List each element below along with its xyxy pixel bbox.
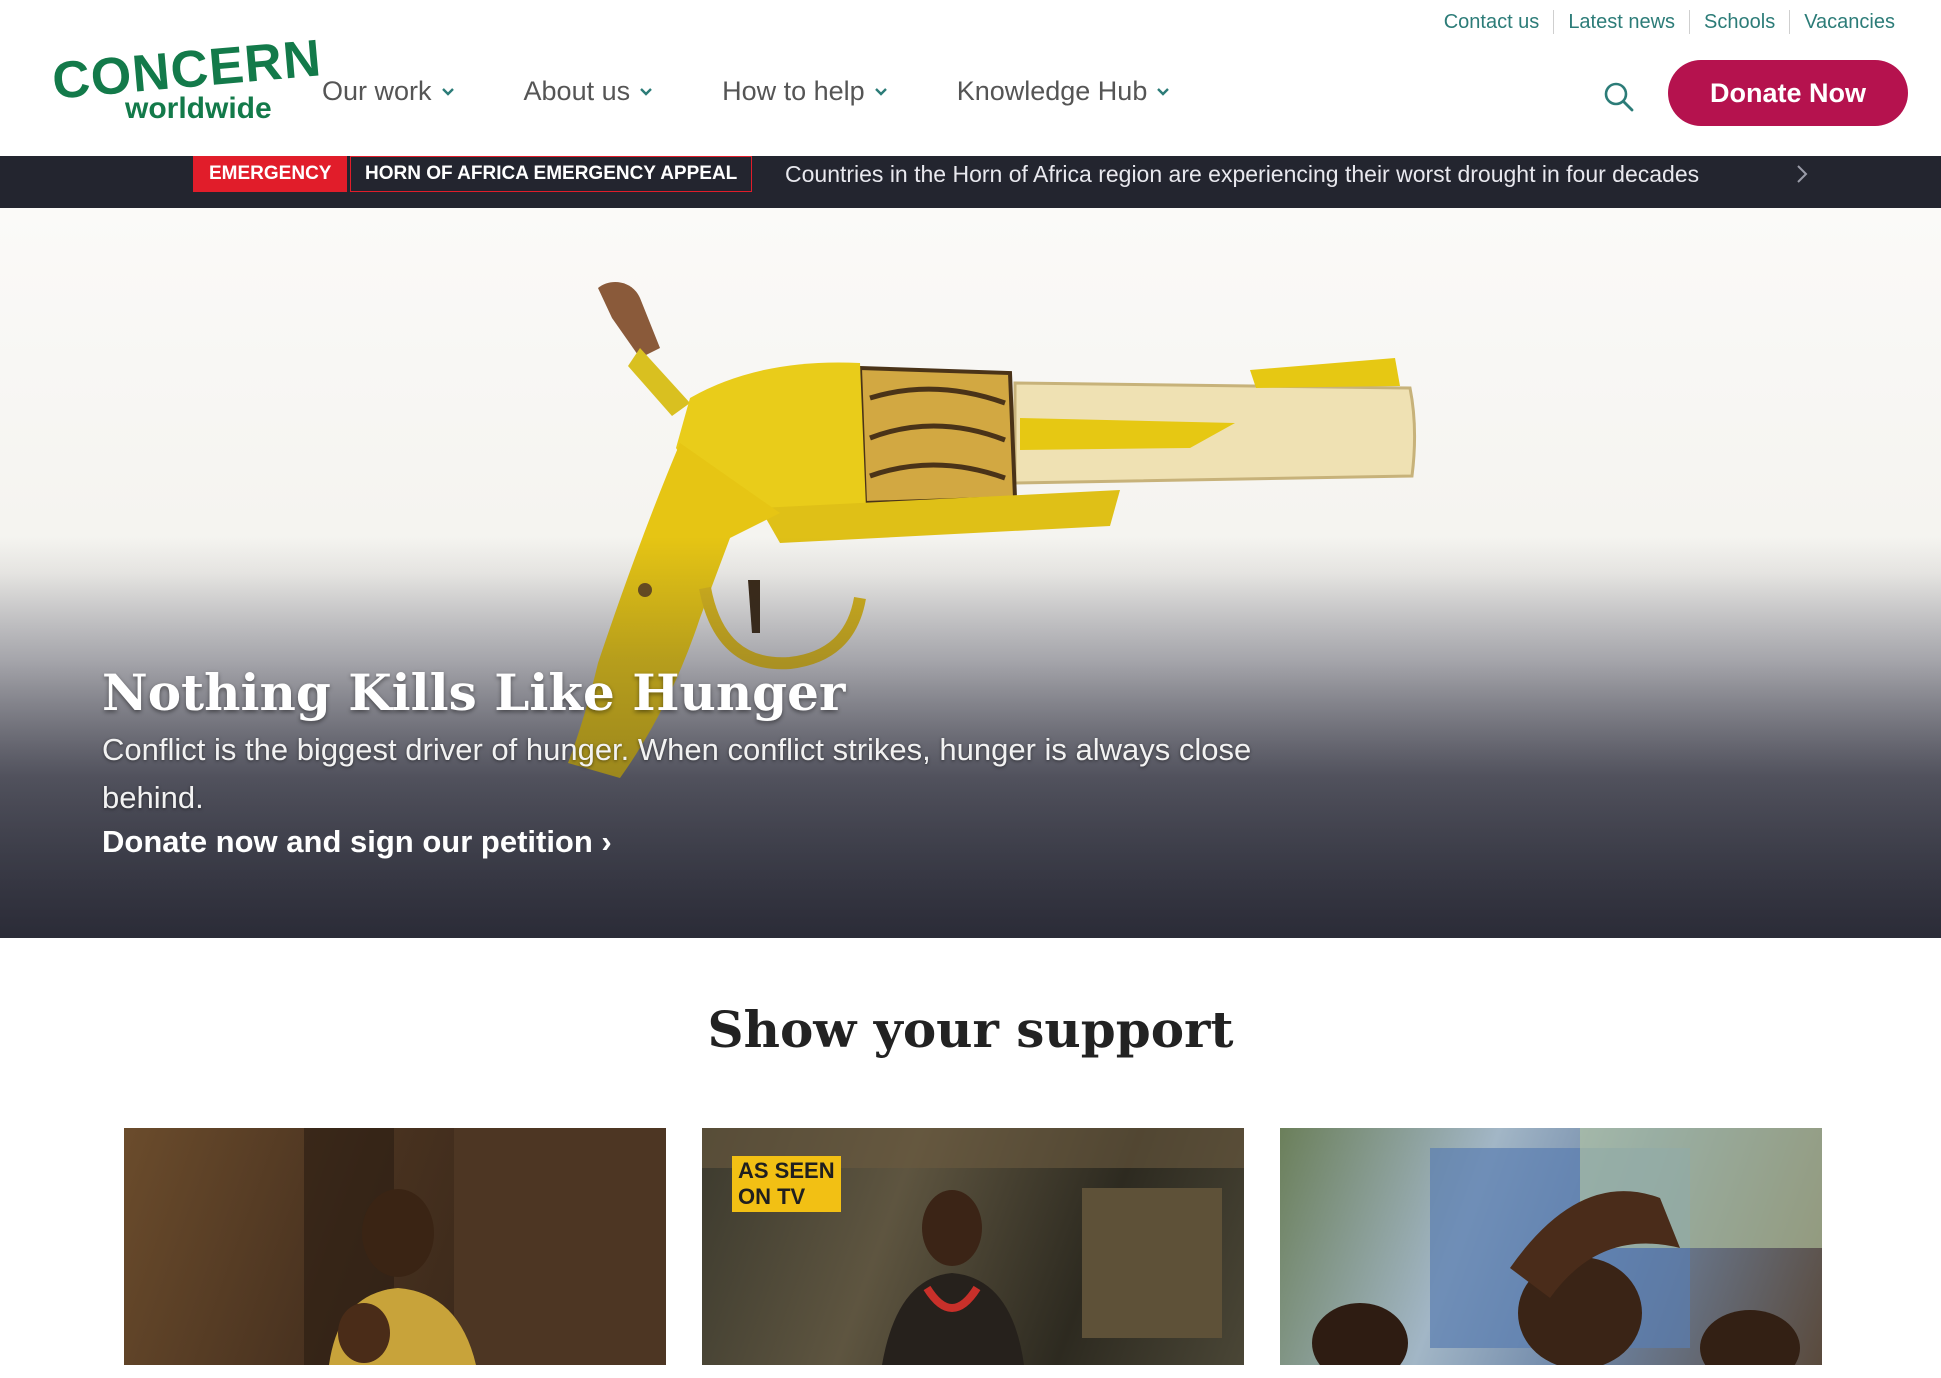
util-link-latest-news[interactable]: Latest news (1554, 11, 1689, 34)
nav-label: How to help (722, 76, 865, 106)
util-link-schools[interactable]: Schools (1690, 11, 1789, 34)
nav-item-how-to-help[interactable]: How to help (722, 76, 887, 107)
chevron-down-icon (441, 87, 454, 96)
hero-subtitle: Conflict is the biggest driver of hunger… (102, 732, 1252, 815)
card-photo-mother-child (304, 1128, 666, 1365)
card-photo-children (1312, 1128, 1822, 1365)
utility-nav: Contact us Latest news Schools Vacancies (1430, 10, 1909, 34)
hero-title: Nothing Kills Like Hunger (102, 663, 846, 722)
concern-logo[interactable]: CONCERN worldwide (50, 29, 324, 130)
donate-now-button[interactable]: Donate Now (1668, 60, 1908, 126)
nav-label: Knowledge Hub (956, 76, 1148, 106)
banner-message[interactable]: Countries in the Horn of Africa region a… (785, 156, 1699, 192)
nav-item-knowledge-hub[interactable]: Knowledge Hub (957, 76, 1170, 107)
hero-cta-link[interactable]: Donate now and sign our petition › (102, 824, 612, 860)
chevron-down-icon (874, 87, 887, 96)
emergency-badge: EMERGENCY (193, 156, 348, 192)
util-link-contact[interactable]: Contact us (1430, 11, 1554, 34)
emergency-banner[interactable]: EMERGENCY HORN OF AFRICA EMERGENCY APPEA… (0, 156, 1941, 208)
site-header: CONCERN worldwide Contact us Latest news… (0, 0, 1941, 156)
util-link-vacancies[interactable]: Vacancies (1790, 11, 1909, 34)
nav-item-about-us[interactable]: About us (524, 76, 653, 107)
hero-section: Nothing Kills Like Hunger Conflict is th… (0, 208, 1941, 938)
support-card[interactable]: AS SEEN ON TV (702, 1128, 1244, 1365)
logo-text-bottom: worldwide (125, 92, 272, 125)
nav-label: Our work (322, 76, 432, 106)
chevron-down-icon (640, 87, 652, 96)
appeal-badge: HORN OF AFRICA EMERGENCY APPEAL (350, 156, 753, 192)
support-card[interactable] (124, 1128, 666, 1365)
chevron-down-icon (1157, 87, 1170, 96)
support-card[interactable] (1280, 1128, 1822, 1365)
support-heading: Show your support (707, 1000, 1234, 1059)
as-seen-on-tv-badge: AS SEEN ON TV (732, 1156, 841, 1212)
chevron-right-icon[interactable] (1796, 164, 1808, 184)
nav-item-our-work[interactable]: Our work (322, 76, 454, 107)
nav-label: About us (523, 76, 631, 106)
search-icon[interactable] (1602, 80, 1636, 114)
main-nav: Our work About us How to help Knowledge … (322, 76, 1239, 107)
